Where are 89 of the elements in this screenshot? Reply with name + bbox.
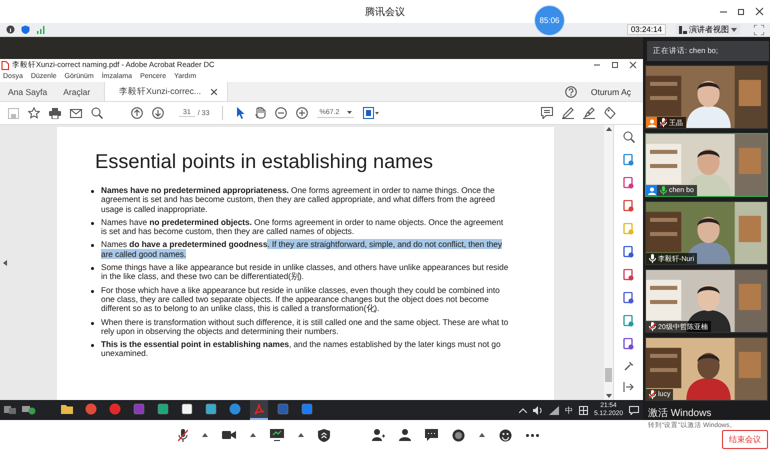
caret-icon[interactable] bbox=[250, 433, 256, 437]
arrow-up-icon[interactable] bbox=[131, 107, 143, 119]
fit-page-icon[interactable] bbox=[363, 107, 380, 119]
hand-icon[interactable] bbox=[254, 107, 266, 119]
folder-icon bbox=[61, 403, 73, 415]
app-icon bbox=[133, 403, 145, 415]
circle-icon bbox=[229, 403, 241, 415]
speaker-icon[interactable] bbox=[533, 406, 544, 414]
document-icon[interactable] bbox=[623, 154, 634, 166]
add-person-icon[interactable] bbox=[372, 429, 385, 441]
close-icon[interactable] bbox=[755, 7, 764, 16]
mail-icon[interactable] bbox=[70, 108, 82, 118]
collapse-arrow-icon[interactable] bbox=[3, 260, 7, 266]
screen-share-icon[interactable] bbox=[270, 429, 284, 441]
scroll-up-icon[interactable] bbox=[606, 127, 612, 131]
wifi-icon[interactable] bbox=[549, 406, 560, 414]
caret-icon bbox=[347, 111, 352, 114]
view-dropdown[interactable]: 演讲者视图 bbox=[676, 24, 740, 35]
tab[interactable]: Araçlar bbox=[55, 82, 98, 101]
caret-icon[interactable] bbox=[202, 433, 208, 437]
task-view-icon[interactable] bbox=[4, 405, 16, 415]
tab[interactable]: 李毅轩Xunzi-correc... bbox=[104, 82, 228, 101]
info-icon[interactable] bbox=[6, 25, 15, 34]
app-icon bbox=[157, 403, 169, 415]
circle-icon bbox=[109, 403, 121, 415]
bullet-dot bbox=[91, 267, 94, 270]
bullet-dot bbox=[91, 222, 94, 225]
close-icon[interactable] bbox=[210, 88, 217, 94]
document-icon[interactable] bbox=[623, 200, 634, 212]
chat-app-icon[interactable] bbox=[22, 405, 36, 415]
pdf-icon bbox=[253, 403, 265, 415]
close-icon[interactable] bbox=[629, 61, 637, 69]
bullet-dot bbox=[91, 290, 94, 293]
bullet-text: Some things have a like appearance but reside in unlike classes, and others have unlike appearances but reside in the like class, and these two can be differentiated(别). bbox=[101, 263, 510, 282]
caret-icon bbox=[731, 28, 737, 32]
arrow-down-icon[interactable] bbox=[152, 107, 164, 119]
more-icon[interactable] bbox=[526, 434, 539, 436]
input-method-indicator[interactable]: 中 bbox=[565, 404, 574, 416]
help-icon[interactable] bbox=[564, 86, 577, 98]
caret-icon[interactable] bbox=[479, 433, 485, 437]
app-icon bbox=[277, 403, 289, 415]
bullet-text: Names do have a predetermined goodness. If they are straightforward, simple, and do not conflict, then they are called good names. bbox=[101, 240, 503, 260]
app-icon bbox=[181, 403, 193, 415]
bullet-dot bbox=[91, 322, 94, 325]
window-title: 腾讯会议 bbox=[365, 6, 405, 18]
search-icon[interactable] bbox=[91, 107, 103, 119]
pointer-icon[interactable] bbox=[236, 107, 246, 119]
tab[interactable]: Ana Sayfa bbox=[0, 82, 56, 101]
chevron-up-icon[interactable] bbox=[519, 408, 528, 412]
signal-icon bbox=[36, 25, 45, 34]
zoom-in-icon[interactable] bbox=[296, 107, 308, 119]
scrollbar[interactable] bbox=[604, 125, 613, 400]
print-icon[interactable] bbox=[49, 108, 61, 118]
scroll-down-icon[interactable] bbox=[606, 394, 612, 398]
exit-icon[interactable] bbox=[623, 382, 634, 392]
restore-icon[interactable] bbox=[737, 7, 746, 16]
wrench-icon[interactable] bbox=[624, 361, 634, 371]
camera-icon[interactable] bbox=[222, 430, 236, 440]
bullet-text: For those which have a like appearance but reside in unlike classes, even though they could be combined into one class, they are called two separate objects. If the appearance changes but the object does not become different so as to belong to an unlike class, this is called a transformation(化). bbox=[101, 286, 501, 314]
zoom-out-icon[interactable] bbox=[275, 107, 288, 119]
sign-in-link[interactable]: Oturum Aç bbox=[590, 86, 631, 96]
bullet-dot bbox=[91, 244, 94, 248]
notification-icon[interactable] bbox=[629, 406, 639, 414]
document-icon[interactable] bbox=[623, 246, 634, 258]
bullet-text: When there is transformation without such difference, it is still called one and the same object. These are what to rely upon in observing the objects and determining their numbers. bbox=[101, 318, 510, 336]
bullet-text: Names have no predetermined appropriateness. One forms agreement in order to name things. Once the agreement is set and has become custom, then they are called appropriate, and what differs from the agreed usage is called inappropriate. bbox=[101, 186, 496, 214]
fullscreen-icon[interactable] bbox=[754, 24, 764, 34]
star-icon[interactable] bbox=[28, 107, 40, 119]
slide-title: Essential points in establishing names bbox=[95, 151, 434, 174]
app-icon bbox=[301, 403, 313, 415]
record-icon[interactable] bbox=[452, 428, 465, 442]
bullet-text: This is the essential point in establishing names, and the names established by the later kings must not go unexamined. bbox=[101, 340, 502, 359]
circle-icon bbox=[85, 403, 97, 415]
bullet-dot bbox=[91, 344, 94, 348]
signature-icon[interactable] bbox=[583, 107, 595, 119]
bullet-dot bbox=[91, 190, 94, 193]
caret-icon[interactable] bbox=[298, 433, 304, 437]
elapsed-time: 03:24:14 bbox=[626, 24, 666, 35]
bullet-text: Names have no predetermined objects. One forms agreement in order to name objects. Once the agreement is set and has become custom, then they are called names of objects. bbox=[101, 218, 504, 236]
zoom-search-icon[interactable] bbox=[622, 131, 634, 143]
chat-icon[interactable] bbox=[425, 429, 438, 441]
muted-mic-icon[interactable] bbox=[178, 428, 188, 442]
app-icon bbox=[205, 403, 217, 415]
end-meeting-button[interactable]: 结束会议 bbox=[722, 430, 768, 449]
restore-icon[interactable] bbox=[611, 61, 619, 69]
scroll-thumb[interactable] bbox=[605, 368, 612, 382]
members-icon[interactable] bbox=[399, 429, 411, 441]
emoji-icon[interactable] bbox=[499, 428, 512, 442]
keyboard-icon[interactable] bbox=[579, 406, 588, 414]
